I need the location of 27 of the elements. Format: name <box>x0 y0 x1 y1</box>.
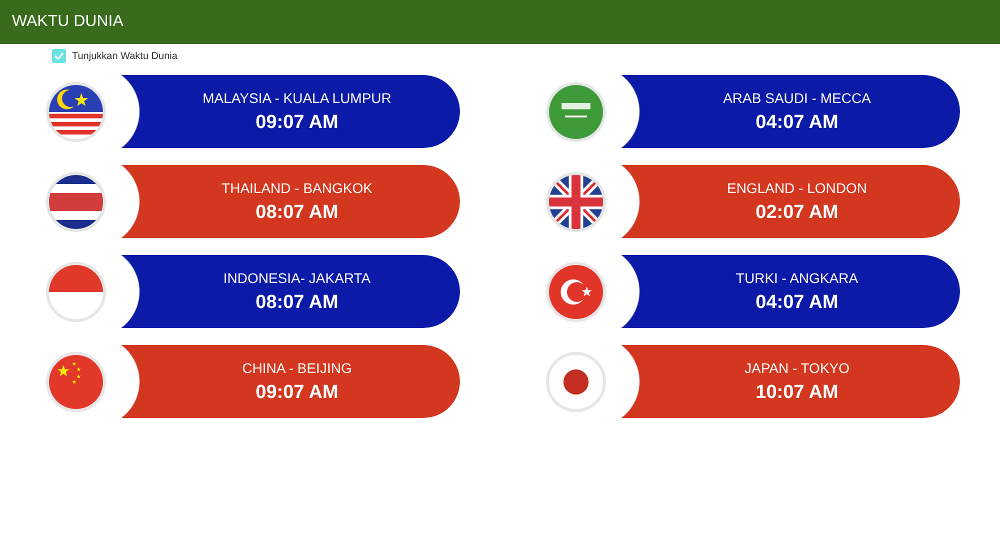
city-name: JAPAN - TOKYO <box>744 360 850 376</box>
clock-time: 08:07 AM <box>256 202 338 224</box>
clock-time: 04:07 AM <box>756 112 838 134</box>
checkbox[interactable] <box>52 49 66 63</box>
clock-time: 04:07 AM <box>756 292 838 314</box>
clock-time: 08:07 AM <box>256 292 338 314</box>
clock-time: 09:07 AM <box>256 112 338 134</box>
saudi-flag-icon <box>546 82 606 142</box>
malaysia-flag-icon <box>46 82 106 142</box>
checkbox-label[interactable]: Tunjukkan Waktu Dunia <box>72 50 178 62</box>
city-name: ARAB SAUDI - MECCA <box>723 90 871 106</box>
union-flag-icon <box>546 172 606 232</box>
crescent-star-flag-icon <box>546 262 606 322</box>
city-name: MALAYSIA - KUALA LUMPUR <box>202 90 392 106</box>
city-name: TURKI - ANGKARA <box>736 270 858 286</box>
city-name: CHINA - BEIJING <box>242 360 352 376</box>
clock-time: 09:07 AM <box>256 382 338 404</box>
two-band-flag-icon <box>46 262 106 322</box>
city-name: INDONESIA- JAKARTA <box>223 270 371 286</box>
striped-flag-icon <box>46 172 106 232</box>
city-name: THAILAND - BANGKOK <box>222 180 372 196</box>
disc-flag-icon <box>546 352 606 412</box>
app-title: WAKTU DUNIA <box>12 13 124 31</box>
stars-flag-icon <box>46 352 106 412</box>
clock-time: 10:07 AM <box>756 382 838 404</box>
city-name: ENGLAND - LONDON <box>726 180 868 196</box>
clock-time: 02:07 AM <box>756 202 838 224</box>
